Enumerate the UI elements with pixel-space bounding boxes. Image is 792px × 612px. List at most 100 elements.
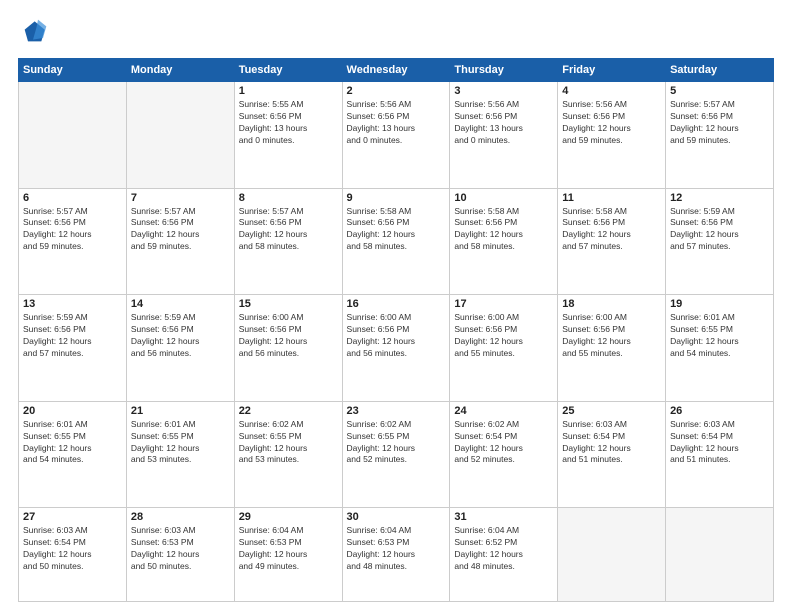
calendar-cell: 23 Sunrise: 6:02 AM Sunset: 6:55 PM Dayli… xyxy=(342,401,450,508)
cell-info: Sunrise: 5:58 AM Sunset: 6:56 PM Dayligh… xyxy=(562,206,661,254)
calendar-cell: 9 Sunrise: 5:58 AM Sunset: 6:56 PM Daylig… xyxy=(342,188,450,295)
cell-info: Sunrise: 5:59 AM Sunset: 6:56 PM Dayligh… xyxy=(131,312,230,360)
cell-info: Sunrise: 6:02 AM Sunset: 6:55 PM Dayligh… xyxy=(347,419,446,467)
calendar-cell: 1 Sunrise: 5:55 AM Sunset: 6:56 PM Daylig… xyxy=(234,82,342,189)
day-number: 14 xyxy=(131,298,230,310)
cell-info: Sunrise: 6:02 AM Sunset: 6:55 PM Dayligh… xyxy=(239,419,338,467)
calendar-cell: 31Sunrise: 6:04 AM Sunset: 6:52 PM Dayli… xyxy=(450,508,558,602)
calendar-cell: 15 Sunrise: 6:00 AM Sunset: 6:56 PM Dayli… xyxy=(234,295,342,402)
cell-info: Sunrise: 5:57 AM Sunset: 6:56 PM Dayligh… xyxy=(131,206,230,254)
calendar-cell: 6Sunrise: 5:57 AM Sunset: 6:56 PM Daylig… xyxy=(19,188,127,295)
calendar-cell: 26 Sunrise: 6:03 AM Sunset: 6:54 PM Dayli… xyxy=(666,401,774,508)
cell-info: Sunrise: 5:56 AM Sunset: 6:56 PM Dayligh… xyxy=(454,99,553,147)
dow-header: Tuesday xyxy=(234,59,342,82)
calendar-cell: 21 Sunrise: 6:01 AM Sunset: 6:55 PM Dayli… xyxy=(126,401,234,508)
day-number: 26 xyxy=(670,405,769,417)
cell-info: Sunrise: 5:56 AM Sunset: 6:56 PM Dayligh… xyxy=(347,99,446,147)
day-number: 18 xyxy=(562,298,661,310)
logo xyxy=(18,18,52,48)
cell-info: Sunrise: 5:58 AM Sunset: 6:56 PM Dayligh… xyxy=(454,206,553,254)
logo-icon xyxy=(18,18,48,48)
day-number: 7 xyxy=(131,192,230,204)
calendar-cell: 3Sunrise: 5:56 AM Sunset: 6:56 PM Daylig… xyxy=(450,82,558,189)
calendar-cell: 16 Sunrise: 6:00 AM Sunset: 6:56 PM Dayli… xyxy=(342,295,450,402)
cell-info: Sunrise: 6:00 AM Sunset: 6:56 PM Dayligh… xyxy=(562,312,661,360)
day-number: 1 xyxy=(239,85,338,97)
calendar-cell: 2 Sunrise: 5:56 AM Sunset: 6:56 PM Daylig… xyxy=(342,82,450,189)
cell-info: Sunrise: 6:03 AM Sunset: 6:54 PM Dayligh… xyxy=(23,525,122,573)
day-number: 21 xyxy=(131,405,230,417)
day-number: 25 xyxy=(562,405,661,417)
cell-info: Sunrise: 6:03 AM Sunset: 6:54 PM Dayligh… xyxy=(670,419,769,467)
calendar-cell: 20Sunrise: 6:01 AM Sunset: 6:55 PM Dayli… xyxy=(19,401,127,508)
calendar-cell: 4Sunrise: 5:56 AM Sunset: 6:56 PM Daylig… xyxy=(558,82,666,189)
calendar-table: SundayMondayTuesdayWednesdayThursdayFrid… xyxy=(18,58,774,602)
cell-info: Sunrise: 6:00 AM Sunset: 6:56 PM Dayligh… xyxy=(347,312,446,360)
cell-info: Sunrise: 6:03 AM Sunset: 6:54 PM Dayligh… xyxy=(562,419,661,467)
calendar-cell: 14 Sunrise: 5:59 AM Sunset: 6:56 PM Dayli… xyxy=(126,295,234,402)
day-number: 5 xyxy=(670,85,769,97)
calendar-cell: 17 Sunrise: 6:00 AM Sunset: 6:56 PM Dayli… xyxy=(450,295,558,402)
day-number: 15 xyxy=(239,298,338,310)
dow-header: Wednesday xyxy=(342,59,450,82)
calendar-cell: 10Sunrise: 5:58 AM Sunset: 6:56 PM Dayli… xyxy=(450,188,558,295)
cell-info: Sunrise: 5:59 AM Sunset: 6:56 PM Dayligh… xyxy=(23,312,122,360)
calendar-cell: 7 Sunrise: 5:57 AM Sunset: 6:56 PM Daylig… xyxy=(126,188,234,295)
cell-info: Sunrise: 6:03 AM Sunset: 6:53 PM Dayligh… xyxy=(131,525,230,573)
calendar-cell: 8 Sunrise: 5:57 AM Sunset: 6:56 PM Daylig… xyxy=(234,188,342,295)
day-number: 4 xyxy=(562,85,661,97)
day-number: 9 xyxy=(347,192,446,204)
cell-info: Sunrise: 6:04 AM Sunset: 6:53 PM Dayligh… xyxy=(347,525,446,573)
cell-info: Sunrise: 6:04 AM Sunset: 6:53 PM Dayligh… xyxy=(239,525,338,573)
dow-header: Friday xyxy=(558,59,666,82)
day-number: 2 xyxy=(347,85,446,97)
cell-info: Sunrise: 6:00 AM Sunset: 6:56 PM Dayligh… xyxy=(239,312,338,360)
calendar-cell: 22 Sunrise: 6:02 AM Sunset: 6:55 PM Dayli… xyxy=(234,401,342,508)
cell-info: Sunrise: 6:01 AM Sunset: 6:55 PM Dayligh… xyxy=(670,312,769,360)
cell-info: Sunrise: 6:01 AM Sunset: 6:55 PM Dayligh… xyxy=(131,419,230,467)
cell-info: Sunrise: 6:01 AM Sunset: 6:55 PM Dayligh… xyxy=(23,419,122,467)
calendar-cell: 5 Sunrise: 5:57 AM Sunset: 6:56 PM Daylig… xyxy=(666,82,774,189)
cell-info: Sunrise: 5:55 AM Sunset: 6:56 PM Dayligh… xyxy=(239,99,338,147)
calendar-cell: 12 Sunrise: 5:59 AM Sunset: 6:56 PM Dayli… xyxy=(666,188,774,295)
page: SundayMondayTuesdayWednesdayThursdayFrid… xyxy=(0,0,792,612)
day-number: 23 xyxy=(347,405,446,417)
calendar-cell xyxy=(126,82,234,189)
calendar-cell: 30 Sunrise: 6:04 AM Sunset: 6:53 PM Dayli… xyxy=(342,508,450,602)
day-number: 24 xyxy=(454,405,553,417)
calendar-cell: 11 Sunrise: 5:58 AM Sunset: 6:56 PM Dayli… xyxy=(558,188,666,295)
day-number: 27 xyxy=(23,511,122,523)
calendar-cell xyxy=(558,508,666,602)
day-number: 6 xyxy=(23,192,122,204)
dow-header: Saturday xyxy=(666,59,774,82)
calendar-cell: 27 Sunrise: 6:03 AM Sunset: 6:54 PM Dayli… xyxy=(19,508,127,602)
day-number: 22 xyxy=(239,405,338,417)
day-number: 30 xyxy=(347,511,446,523)
cell-info: Sunrise: 5:57 AM Sunset: 6:56 PM Dayligh… xyxy=(239,206,338,254)
day-number: 28 xyxy=(131,511,230,523)
dow-header: Sunday xyxy=(19,59,127,82)
calendar-cell: 25 Sunrise: 6:03 AM Sunset: 6:54 PM Dayli… xyxy=(558,401,666,508)
day-number: 12 xyxy=(670,192,769,204)
day-number: 8 xyxy=(239,192,338,204)
calendar-cell: 19 Sunrise: 6:01 AM Sunset: 6:55 PM Dayli… xyxy=(666,295,774,402)
cell-info: Sunrise: 6:00 AM Sunset: 6:56 PM Dayligh… xyxy=(454,312,553,360)
calendar-cell: 29 Sunrise: 6:04 AM Sunset: 6:53 PM Dayli… xyxy=(234,508,342,602)
day-number: 11 xyxy=(562,192,661,204)
day-number: 16 xyxy=(347,298,446,310)
cell-info: Sunrise: 5:59 AM Sunset: 6:56 PM Dayligh… xyxy=(670,206,769,254)
header xyxy=(18,18,774,48)
day-number: 29 xyxy=(239,511,338,523)
day-number: 17 xyxy=(454,298,553,310)
calendar-cell: 24Sunrise: 6:02 AM Sunset: 6:54 PM Dayli… xyxy=(450,401,558,508)
day-number: 31 xyxy=(454,511,553,523)
cell-info: Sunrise: 5:57 AM Sunset: 6:56 PM Dayligh… xyxy=(670,99,769,147)
calendar-cell: 13 Sunrise: 5:59 AM Sunset: 6:56 PM Dayli… xyxy=(19,295,127,402)
calendar-cell: 28 Sunrise: 6:03 AM Sunset: 6:53 PM Dayli… xyxy=(126,508,234,602)
cell-info: Sunrise: 5:58 AM Sunset: 6:56 PM Dayligh… xyxy=(347,206,446,254)
day-number: 19 xyxy=(670,298,769,310)
dow-header: Thursday xyxy=(450,59,558,82)
calendar-cell xyxy=(666,508,774,602)
dow-header: Monday xyxy=(126,59,234,82)
day-number: 13 xyxy=(23,298,122,310)
